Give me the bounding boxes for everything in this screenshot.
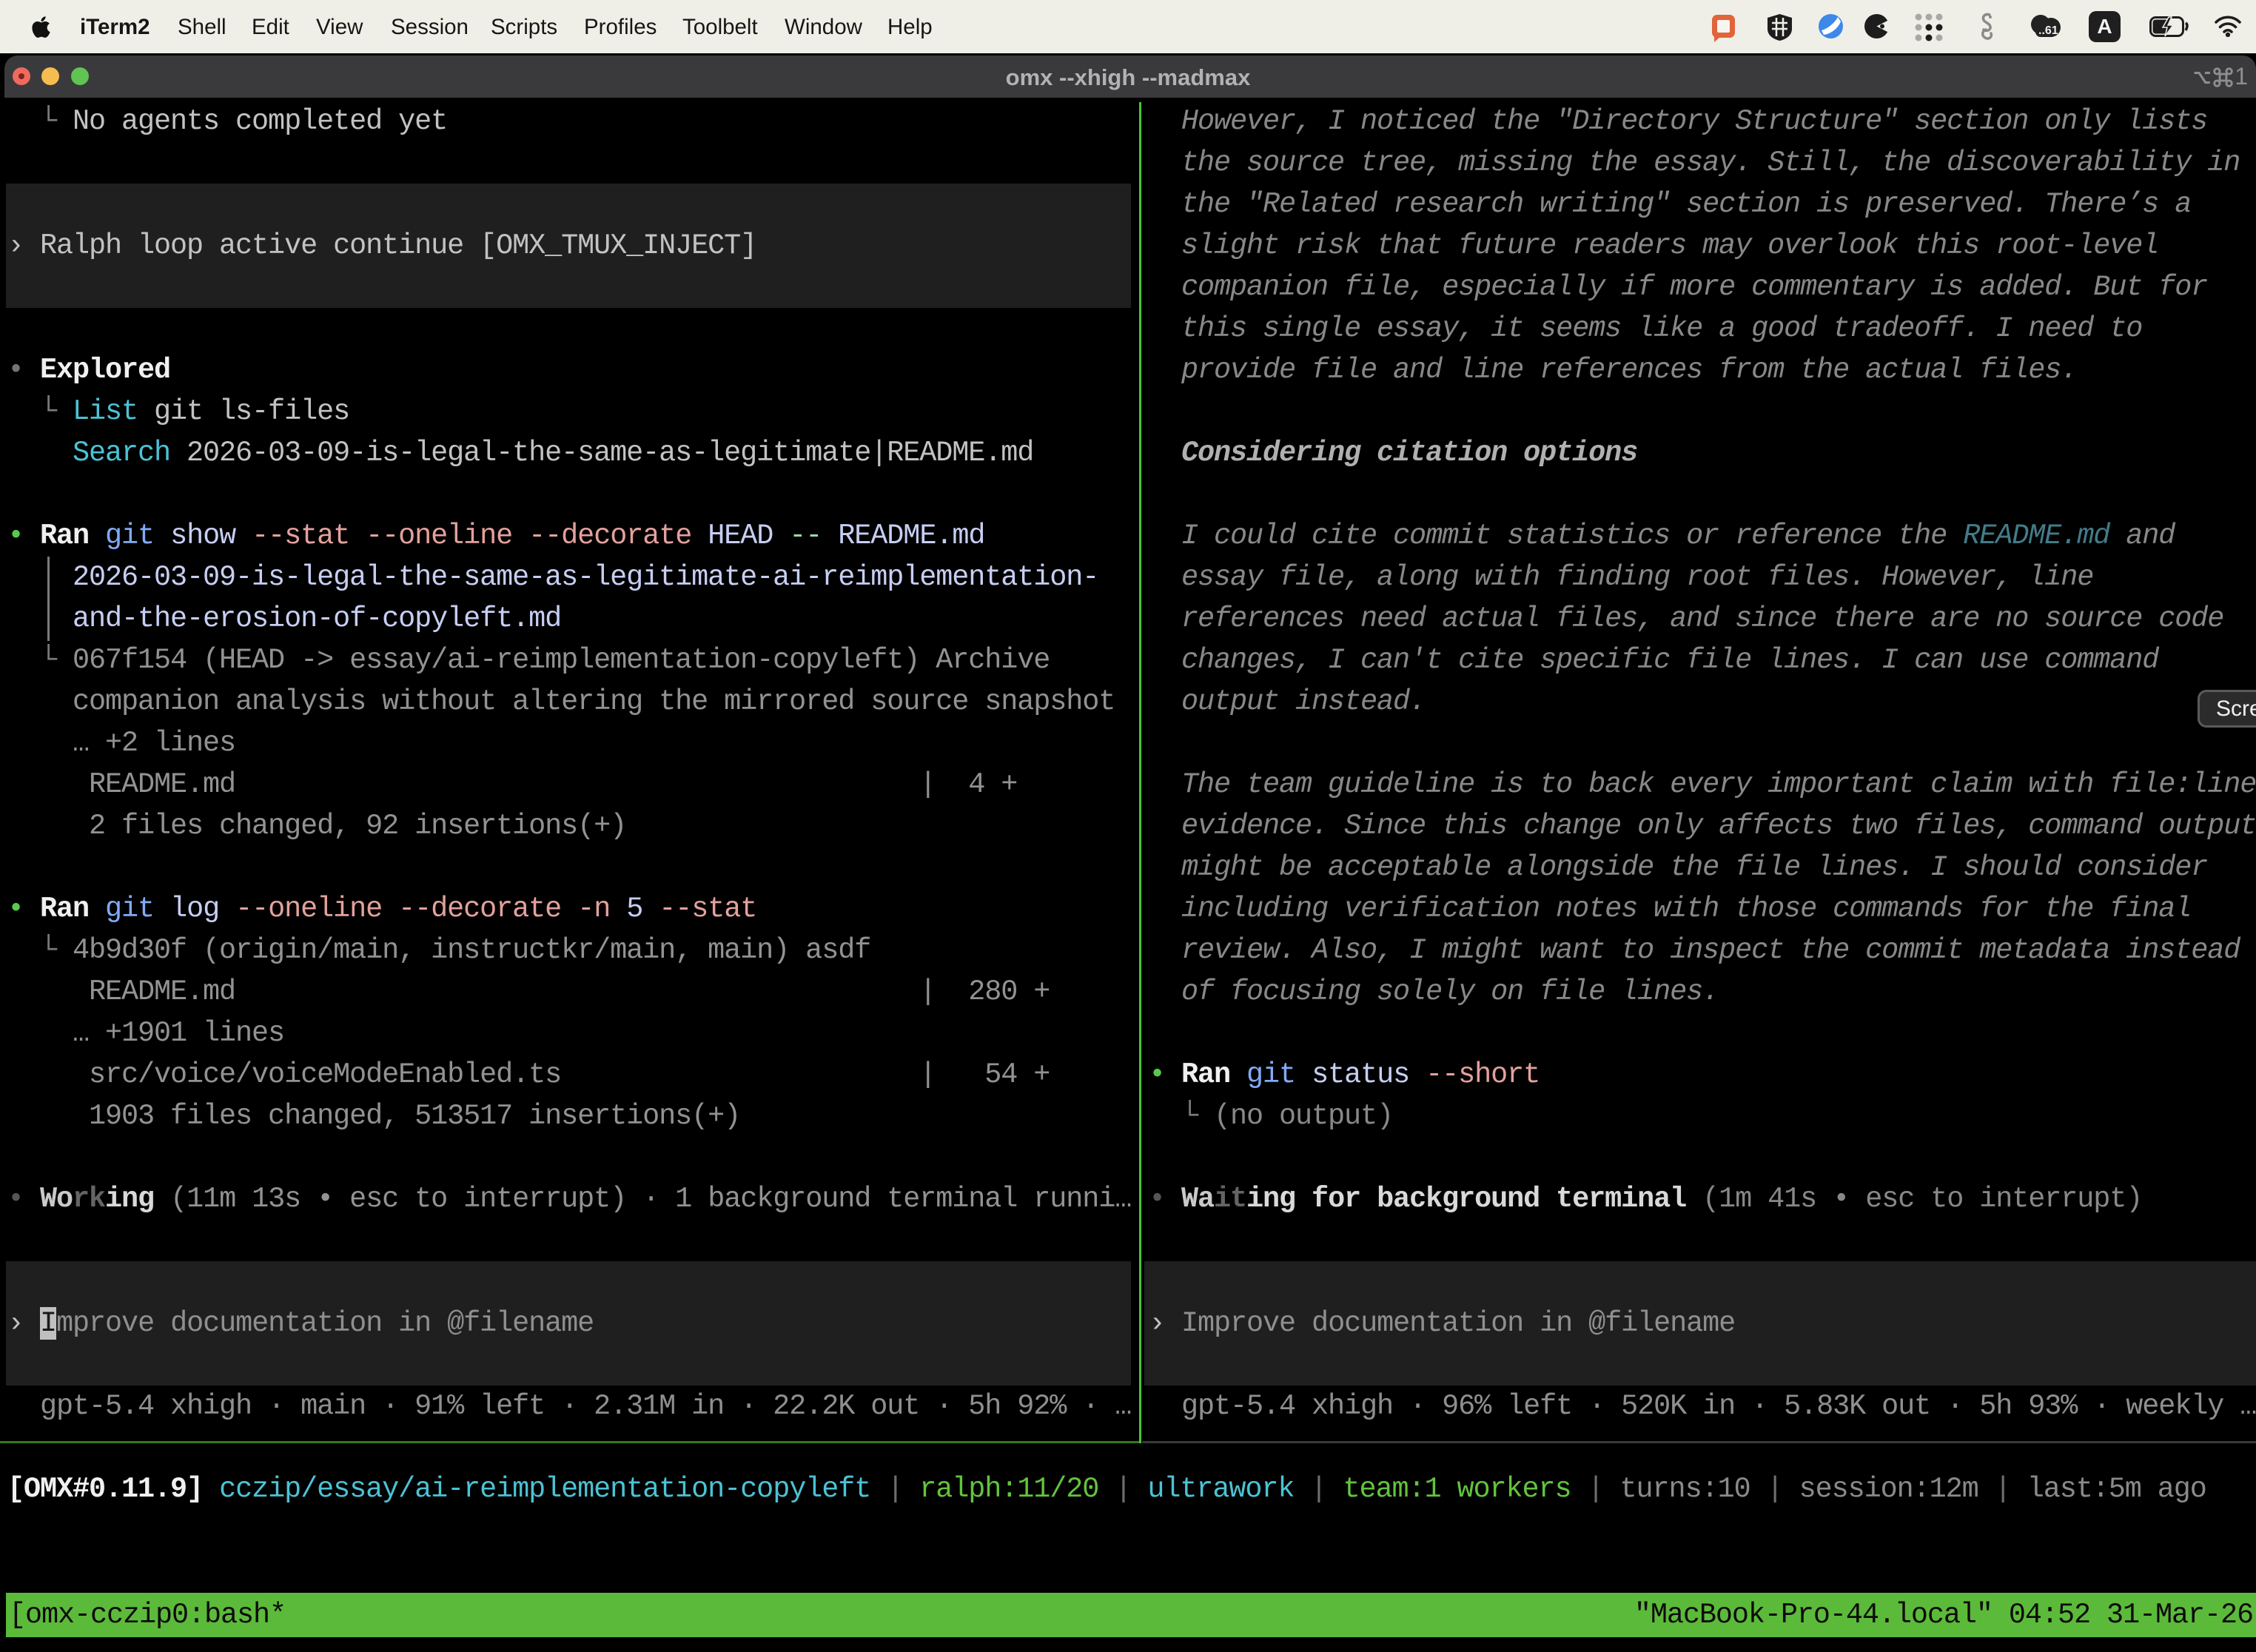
svg-text:..61: ..61 — [2038, 24, 2058, 37]
